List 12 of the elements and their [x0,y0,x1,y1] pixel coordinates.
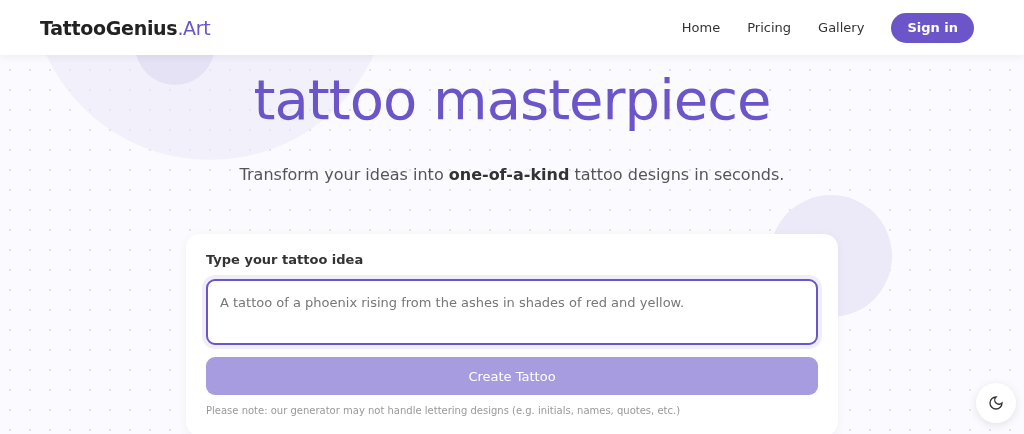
field-label: Type your tattoo idea [206,252,365,267]
nav-link[interactable]: Gallery [818,20,865,35]
sign-in-button[interactable]: Sign in [891,12,974,43]
note-text: Please note: our generator may not handle lettering designs (e.g. initials, names, quotes, etc.) [206,405,682,416]
idea-input-field[interactable]: A tattoo of a phoenix rising from the ashes in shades of red and yellow. [206,279,818,345]
nav-link[interactable]: Home [681,20,721,35]
logo[interactable]: TattooGenius.Art [40,16,682,39]
nav-link[interactable]: Pricing [747,20,792,35]
theme-toggle-button[interactable] [976,383,1016,423]
hero-subtitle: Transform your ideas into one-of-a-kind tattoo designs in seconds. [239,165,785,184]
moon-icon [988,395,1004,411]
hero-title: tattoo masterpiece [253,66,771,134]
